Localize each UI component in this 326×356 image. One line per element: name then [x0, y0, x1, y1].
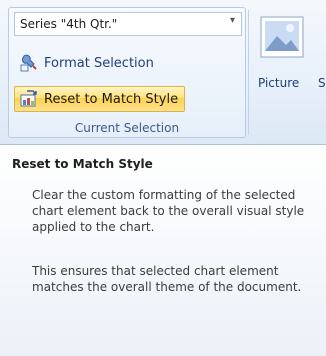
cut-off-button-label: S	[318, 76, 326, 90]
ribbon: Series "4th Qtr." ▾ Format Selection Res…	[0, 0, 326, 144]
picture-button[interactable]: Picture	[256, 12, 316, 94]
chart-element-dropdown-value: Series "4th Qtr."	[20, 17, 118, 31]
tooltip: Reset to Match Style Clear the custom fo…	[0, 144, 326, 356]
current-selection-group: Series "4th Qtr." ▾ Format Selection Res…	[8, 7, 246, 138]
picture-label: Picture	[258, 76, 300, 90]
current-selection-group-label: Current Selection	[74, 121, 180, 135]
chevron-down-icon[interactable]: ▾	[230, 15, 235, 26]
format-selection-label: Format Selection	[44, 55, 154, 71]
tooltip-title: Reset to Match Style	[12, 157, 153, 171]
format-selection-icon	[20, 54, 37, 72]
reset-to-match-style-label: Reset to Match Style	[44, 91, 179, 107]
tooltip-description-secondary: This ensures that selected chart element…	[32, 264, 302, 294]
reset-style-icon	[20, 90, 37, 107]
picture-icon	[260, 16, 304, 58]
group-separator	[248, 10, 249, 135]
format-selection-button[interactable]: Format Selection	[14, 50, 161, 76]
chart-element-dropdown[interactable]: Series "4th Qtr." ▾	[14, 12, 242, 36]
reset-to-match-style-button[interactable]: Reset to Match Style	[14, 86, 186, 112]
tooltip-description: Clear the custom formatting of the selec…	[32, 188, 305, 234]
